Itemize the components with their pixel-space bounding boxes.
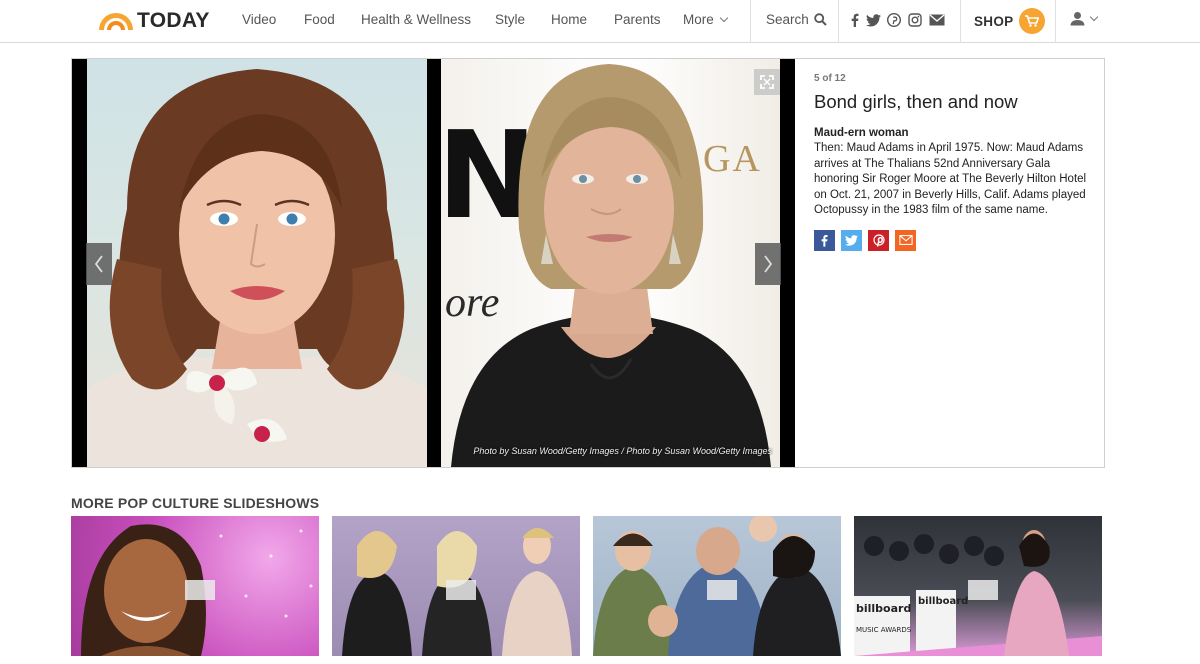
nav-link-food[interactable]: Food [304, 12, 335, 27]
slide-description: Then: Maud Adams in April 1975. Now: Mau… [814, 142, 1087, 216]
slideshow: N GA ore Photo by Susan Wood/Getty Image… [71, 58, 1105, 468]
previous-slide-button[interactable] [86, 243, 112, 285]
slide-caption: 5 of 12 Bond girls, then and now Maud-er… [814, 73, 1094, 251]
nav-divider [750, 0, 751, 43]
email-icon[interactable] [929, 12, 945, 28]
expand-icon [760, 75, 774, 89]
share-email-button[interactable] [895, 229, 916, 251]
chevron-down-icon [719, 13, 729, 23]
now-photo: N GA ore Photo by Susan Wood/Getty Image… [441, 59, 780, 467]
nav-link-style[interactable]: Style [495, 12, 525, 27]
fullscreen-button[interactable] [754, 69, 780, 95]
pinterest-icon[interactable] [886, 12, 902, 28]
slideshow-title: Bond girls, then and now [814, 91, 1018, 112]
top-navigation: TODAY Video Food Health & Wellness Style… [0, 0, 1200, 43]
email-icon [898, 235, 913, 245]
music-awards-sign-text: MUSIC AWARDS [856, 626, 912, 634]
play-overlay-icon [707, 580, 737, 600]
slide-counter: 5 of 12 [814, 73, 846, 84]
chevron-down-icon [1089, 12, 1099, 21]
more-label: More [683, 12, 714, 27]
billboard-sign-text: billboard [918, 596, 969, 607]
search-label: Search [766, 12, 809, 27]
nav-divider [1055, 0, 1056, 43]
pinterest-icon [872, 233, 885, 247]
chevron-right-icon [764, 255, 773, 273]
shopping-cart-icon [1019, 8, 1046, 34]
next-slide-button[interactable] [755, 243, 781, 285]
photo-credit: Photo by Susan Wood/Getty Images / Photo… [473, 446, 772, 456]
slideshow-thumbnail[interactable] [593, 516, 841, 656]
share-buttons [814, 229, 1094, 251]
nav-divider [960, 0, 961, 43]
nav-link-health-wellness[interactable]: Health & Wellness [361, 12, 471, 27]
share-pinterest-button[interactable] [868, 229, 889, 251]
play-overlay-icon [446, 580, 476, 600]
slide-subtitle: Maud-ern woman [814, 127, 909, 139]
search-icon [814, 13, 827, 26]
share-twitter-button[interactable] [841, 229, 862, 251]
brand-name: TODAY [137, 9, 210, 32]
shop-label: SHOP [974, 13, 1014, 29]
play-overlay-icon [968, 580, 998, 600]
today-logo[interactable]: TODAY [97, 8, 210, 34]
facebook-icon [821, 234, 828, 247]
share-facebook-button[interactable] [814, 229, 835, 251]
nav-link-home[interactable]: Home [551, 12, 587, 27]
slideshow-thumbnail[interactable] [332, 516, 580, 656]
billboard-sign-text: billboard [856, 602, 912, 615]
play-overlay-icon [185, 580, 215, 600]
instagram-icon[interactable] [907, 12, 923, 28]
twitter-icon[interactable] [865, 12, 881, 28]
more-slideshows-heading: MORE POP CULTURE SLIDESHOWS [71, 495, 320, 511]
slideshow-thumbnail[interactable] [71, 516, 319, 656]
then-photo [87, 59, 427, 467]
twitter-icon [845, 234, 858, 246]
nav-link-parents[interactable]: Parents [614, 12, 661, 27]
chevron-left-icon [94, 255, 103, 273]
sunrise-logo-icon [99, 13, 133, 30]
facebook-icon[interactable] [847, 12, 863, 28]
slideshow-thumbnail[interactable]: billboard billboard MUSIC AWARDS [854, 516, 1102, 656]
nav-divider [838, 0, 839, 43]
account-menu[interactable] [1070, 11, 1099, 26]
search-button[interactable]: Search [766, 12, 827, 27]
nav-link-more[interactable]: More [683, 12, 729, 27]
slide-image-area: N GA ore Photo by Susan Wood/Getty Image… [72, 59, 795, 467]
shop-button[interactable]: SHOP [974, 8, 1046, 34]
nav-link-video[interactable]: Video [242, 12, 276, 27]
user-icon [1070, 12, 1085, 26]
